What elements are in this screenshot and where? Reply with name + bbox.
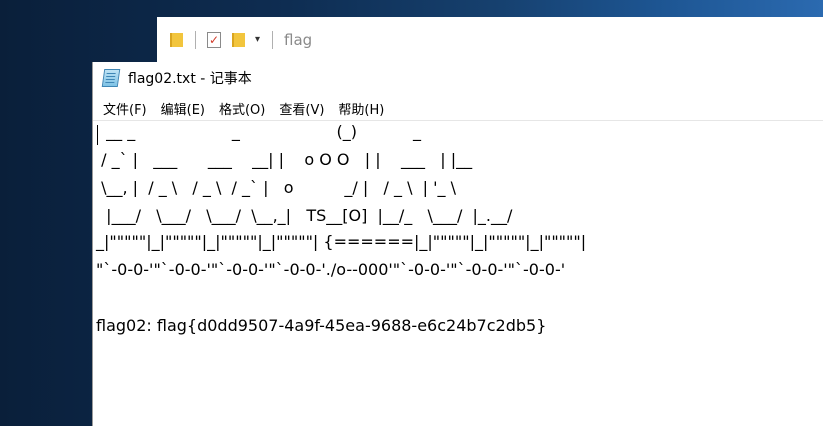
text-line-1: __ _ _ (_) _ — [96, 122, 421, 141]
file-explorer-window[interactable]: ✓ ▾ flag — [157, 17, 823, 62]
menu-format[interactable]: 格式(O) — [217, 99, 267, 118]
text-line-3: \__, | / _ \ / _ \ / _` | o _/ | / _ \ |… — [96, 178, 457, 197]
menu-edit[interactable]: 编辑(E) — [159, 99, 207, 118]
text-line-2: / _` | ___ ___ __| | o O O | | ___ | |__ — [96, 150, 473, 169]
dropdown-arrow-icon[interactable]: ▾ — [255, 34, 260, 45]
flag-line: flag02: flag{d0dd9507-4a9f-45ea-9688-e6c… — [96, 316, 547, 335]
menu-help[interactable]: 帮助(H) — [336, 99, 386, 118]
text-editor-area[interactable]: __ _ _ (_) _ / _` | ___ ___ __| | o O O … — [93, 120, 823, 426]
text-line-5: _|"""""|_|"""""|_|"""""|_|"""""| {======… — [96, 232, 587, 251]
menu-bar: 文件(F) 编辑(E) 格式(O) 查看(V) 帮助(H) — [93, 97, 823, 119]
menu-view[interactable]: 查看(V) — [277, 99, 326, 118]
explorer-title: flag — [284, 30, 313, 49]
toolbar-separator — [195, 30, 196, 49]
quick-access-toolbar: ✓ ▾ flag — [157, 17, 312, 62]
properties-check-icon[interactable]: ✓ — [207, 31, 221, 48]
text-line-4: |___/ \___/ \___/ \__,_| TS__[O] |__/_ \… — [96, 206, 513, 225]
toolbar-separator-2 — [272, 30, 274, 49]
new-folder-icon[interactable] — [232, 32, 245, 47]
notepad-window[interactable]: flag02.txt - 记事本 文件(F) 编辑(E) 格式(O) 查看(V)… — [92, 62, 823, 426]
window-title: flag02.txt - 记事本 — [128, 70, 252, 87]
notepad-icon — [101, 68, 121, 87]
folder-icon — [170, 32, 183, 47]
menu-file[interactable]: 文件(F) — [101, 99, 149, 118]
text-line-6: "`-0-0-'"`-0-0-'"`-0-0-'"`-0-0-'./o--000… — [96, 260, 566, 279]
title-bar[interactable]: flag02.txt - 记事本 — [93, 62, 823, 93]
